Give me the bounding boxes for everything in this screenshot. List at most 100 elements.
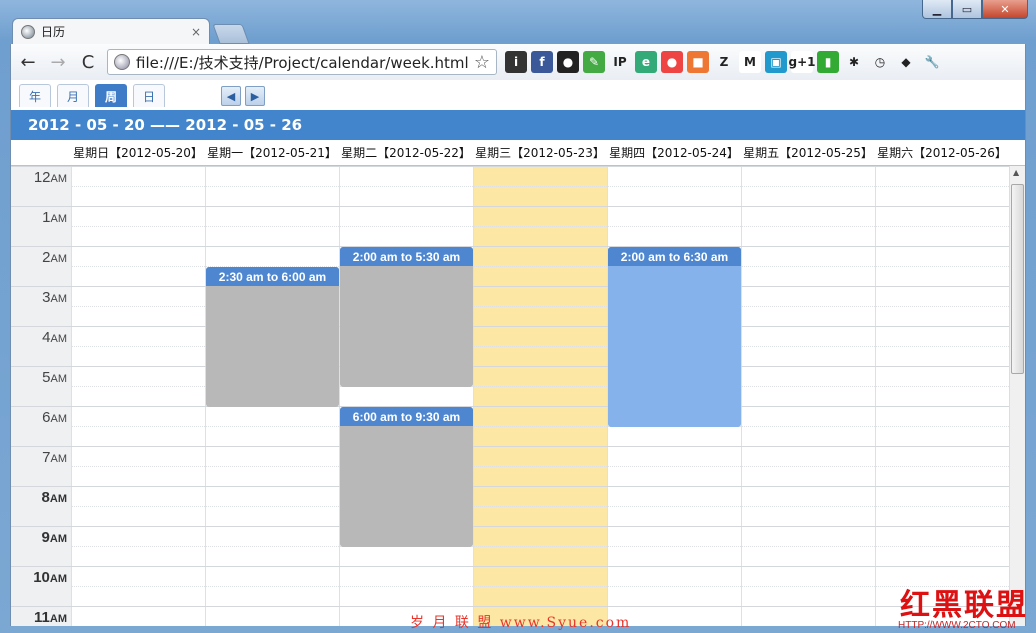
hour-label: 10AM (33, 569, 67, 586)
forward-button[interactable]: → (45, 52, 71, 73)
hour-label: 3AM (42, 289, 67, 306)
hour-label: 4AM (42, 329, 67, 346)
tab-title: 日历 (41, 25, 66, 39)
ip-icon[interactable]: IP (609, 51, 631, 73)
cat-icon[interactable]: ◆ (895, 51, 917, 73)
hour-label: 5AM (42, 369, 67, 386)
tab-strip: 日历 × (12, 18, 612, 44)
maximize-button[interactable]: ▭ (952, 0, 982, 19)
tab-close-icon[interactable]: × (191, 25, 201, 39)
hour-label: 11AM (34, 609, 67, 626)
tab-calendar[interactable]: 日历 × (12, 18, 210, 44)
next-week-button[interactable]: ▶ (245, 86, 265, 106)
browser-toolbar: ← → C file:///E:/技术支持/Project/calendar/w… (10, 44, 1026, 80)
site-logo-url: HTTP://WWW.2CTO.COM (898, 620, 1016, 631)
calendar-event[interactable]: 2:00 am to 5:30 am (340, 247, 473, 387)
ie-icon[interactable]: e (635, 51, 657, 73)
calendar-event[interactable]: 6:00 am to 9:30 am (340, 407, 473, 547)
bug-icon[interactable]: ✱ (843, 51, 865, 73)
calendar-event[interactable]: 2:30 am to 6:00 am (206, 267, 339, 407)
event-time-label: 6:00 am to 9:30 am (340, 407, 473, 426)
hour-row: 9AM (11, 526, 1009, 566)
hour-row: 1AM (11, 206, 1009, 246)
bookmark-star-icon[interactable]: ☆ (474, 52, 490, 73)
half-hour-line (71, 426, 1009, 427)
gplus-icon[interactable]: g+1 (789, 51, 816, 73)
hour-label: 7AM (42, 449, 67, 466)
watermark-text: 岁 月 联 盟 www.Syue.com (410, 615, 632, 631)
hour-label: 8AM (41, 489, 67, 506)
day-header[interactable]: 星期五【2012-05-25】 (741, 140, 875, 165)
hour-row: 10AM (11, 566, 1009, 606)
hour-label: 6AM (42, 409, 67, 426)
gmail-icon[interactable]: M (739, 51, 761, 73)
hour-label: 1AM (42, 209, 67, 226)
half-hour-line (71, 186, 1009, 187)
calendar-icon[interactable]: ▣ (765, 51, 787, 73)
i-icon[interactable]: i (505, 51, 527, 73)
hour-row: 8AM (11, 486, 1009, 526)
timer-icon[interactable]: ◷ (869, 51, 891, 73)
hour-row: 6AM (11, 406, 1009, 446)
close-window-button[interactable]: ✕ (982, 0, 1028, 19)
address-bar[interactable]: file:///E:/技术支持/Project/calendar/week.ht… (107, 49, 497, 75)
half-hour-line (71, 546, 1009, 547)
back-button[interactable]: ← (15, 52, 41, 73)
minimize-button[interactable]: ▁ (922, 0, 952, 19)
hour-row: 12AM (11, 166, 1009, 206)
hour-label: 12AM (33, 169, 67, 186)
week-grid: 12AM 1AM 2AM 3AM 4AM 5AM 6AM 7AM 8AM 9AM 10AM 11AM 2… (11, 166, 1009, 626)
half-hour-line (71, 506, 1009, 507)
date-range-title: 2012 - 05 - 20 —— 2012 - 05 - 26 (11, 110, 1025, 140)
day-header[interactable]: 星期日【2012-05-20】 (71, 140, 205, 165)
day-header[interactable]: 星期一【2012-05-21】 (205, 140, 339, 165)
period-nav: ◀ ▶ (221, 86, 269, 106)
window-controls: ▁ ▭ ✕ (922, 0, 1028, 19)
site-logo: 红黑联盟 (900, 588, 1028, 623)
url-text: file:///E:/技术支持/Project/calendar/week.ht… (136, 53, 469, 72)
event-time-label: 2:00 am to 6:30 am (608, 247, 741, 266)
hour-row: 4AM (11, 326, 1009, 366)
hour-row: 2AM (11, 246, 1009, 286)
day-header[interactable]: 星期三【2012-05-23】 (473, 140, 607, 165)
day-header[interactable]: 星期二【2012-05-22】 (339, 140, 473, 165)
vertical-scrollbar[interactable]: ▲ (1009, 166, 1025, 626)
hour-label: 9AM (41, 529, 67, 546)
view-week-button[interactable]: 周 (95, 84, 127, 107)
day-header[interactable]: 星期四【2012-05-24】 (607, 140, 741, 165)
extension-icons: i f ● ✎ IP e ● ■ Z M ▣ g+1 ▮ ✱ ◷ ◆ 🔧 (505, 51, 947, 73)
scrollbar-thumb[interactable] (1011, 184, 1024, 374)
z-icon[interactable]: Z (713, 51, 735, 73)
prev-week-button[interactable]: ◀ (221, 86, 241, 106)
new-tab-button[interactable] (212, 24, 250, 44)
page-info-icon[interactable] (114, 54, 130, 70)
calendar-event[interactable]: 2:00 am to 6:30 am (608, 247, 741, 427)
color-icon[interactable]: ■ (687, 51, 709, 73)
half-hour-line (71, 586, 1009, 587)
event-time-label: 2:30 am to 6:00 am (206, 267, 339, 286)
day-header[interactable]: 星期六【2012-05-26】 (875, 140, 1009, 165)
view-day-button[interactable]: 日 (133, 84, 165, 107)
hour-row: 7AM (11, 446, 1009, 486)
event-time-label: 2:00 am to 5:30 am (340, 247, 473, 266)
edit-icon[interactable]: ✎ (583, 51, 605, 73)
reload-button[interactable]: C (75, 52, 101, 73)
view-month-button[interactable]: 月 (57, 84, 89, 107)
battery-icon[interactable]: ▮ (817, 51, 839, 73)
browser-window: 日历 × ▁ ▭ ✕ ← → C file:///E:/技术支持/Project… (0, 0, 1036, 633)
scroll-up-icon[interactable]: ▲ (1013, 168, 1019, 177)
page-globe-icon (21, 24, 35, 39)
camera-icon[interactable]: ● (557, 51, 579, 73)
view-switcher: 年 月 周 日 (19, 84, 171, 108)
half-hour-line (71, 226, 1009, 227)
calendar-page: 年 月 周 日 ◀ ▶ 2012 - 05 - 20 —— 2012 - 05 … (10, 80, 1026, 626)
record-icon[interactable]: ● (661, 51, 683, 73)
hour-row: 5AM (11, 366, 1009, 406)
hour-label: 2AM (42, 249, 67, 266)
half-hour-line (71, 466, 1009, 467)
wrench-icon[interactable]: 🔧 (921, 51, 943, 73)
hour-row: 3AM (11, 286, 1009, 326)
f-counter-icon[interactable]: f (531, 51, 553, 73)
day-header-row: 星期日【2012-05-20】 星期一【2012-05-21】 星期二【2012-0… (11, 140, 1025, 166)
view-year-button[interactable]: 年 (19, 84, 51, 107)
